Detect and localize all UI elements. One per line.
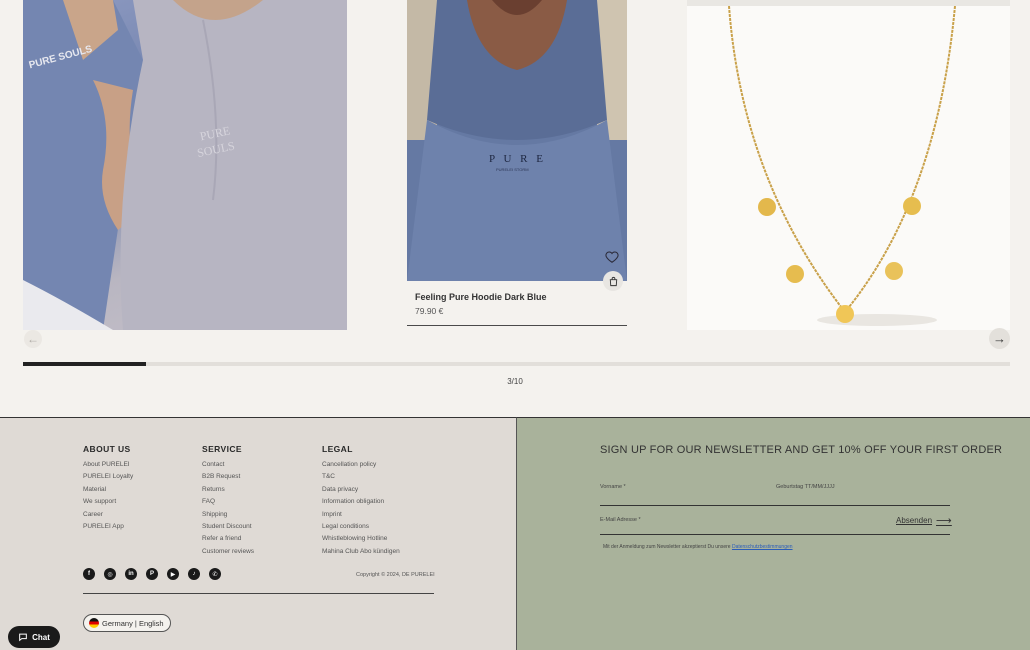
email-field-underline xyxy=(600,534,950,535)
footer-link-service[interactable]: Customer reviews xyxy=(202,546,254,558)
carousel-progress-bar xyxy=(23,362,1010,366)
linkedin-icon[interactable]: in xyxy=(125,568,137,580)
footer-link-service[interactable]: B2B Request xyxy=(202,471,254,483)
pinterest-icon[interactable]: P xyxy=(146,568,158,580)
footer-link-legal[interactable]: Imprint xyxy=(322,509,400,521)
footer-heading-about: ABOUT US xyxy=(83,444,131,454)
footer-col-about: ABOUT US About PURELEI PURELEI Loyalty Mat… xyxy=(83,444,133,533)
newsletter-section: SIGN UP FOR OUR NEWSLETTER AND GET 10% O… xyxy=(517,417,1030,650)
product-title[interactable]: Feeling Pure Hoodie Dark Blue xyxy=(415,292,547,302)
product-card-necklace-image[interactable] xyxy=(687,0,1010,330)
carousel-pager: 3/10 xyxy=(507,377,523,386)
submit-label: Absenden xyxy=(896,516,933,525)
footer-link-legal[interactable]: Legal conditions xyxy=(322,521,400,533)
product-card-tshirt-image[interactable]: PURE SOULS PURE SOULS xyxy=(23,0,347,330)
social-links: f ◎ in P ▶ ♪ ✆ xyxy=(83,568,221,580)
tshirt-photo: PURE SOULS PURE SOULS xyxy=(23,0,347,330)
product-carousel: PURE SOULS PURE SOULS P U R E PURELEI ST… xyxy=(0,0,1030,417)
footer-link-legal[interactable]: Data privacy xyxy=(322,484,400,496)
carousel-next-arrow-icon[interactable]: → xyxy=(989,328,1010,349)
footer-heading-legal: LEGAL xyxy=(322,444,353,454)
hoodie-print: P U R E xyxy=(489,153,546,165)
tiktok-icon[interactable]: ♪ xyxy=(188,568,200,580)
footer-link-service[interactable]: Returns xyxy=(202,484,254,496)
footer-col-legal: LEGAL Cancellation policy T&C Data privacy… xyxy=(322,444,400,558)
footer-link-about[interactable]: About PURELEI xyxy=(83,459,133,471)
footer-link-legal[interactable]: Information obligation xyxy=(322,496,400,508)
footer-link-about[interactable]: Material xyxy=(83,484,133,496)
footer-link-about[interactable]: We support xyxy=(83,496,133,508)
footer-link-legal[interactable]: Cancellation policy xyxy=(322,459,400,471)
footer-link-legal[interactable]: Mahina Club Abo kündigen xyxy=(322,546,400,558)
carousel-progress-fill xyxy=(23,362,147,366)
youtube-icon[interactable]: ▶ xyxy=(167,568,179,580)
footer-heading-service: SERVICE xyxy=(202,444,242,454)
chat-label: Chat xyxy=(32,632,50,642)
facebook-icon[interactable]: f xyxy=(83,568,95,580)
footer-divider xyxy=(83,593,434,594)
footer-link-service[interactable]: Shipping xyxy=(202,509,254,521)
name-field-underline xyxy=(600,505,950,506)
language-selector[interactable]: Germany | English xyxy=(83,614,171,632)
product-price: 79.90 € xyxy=(415,306,444,316)
carousel-prev-arrow-icon[interactable]: ← xyxy=(24,330,42,348)
footer-link-service[interactable]: Contact xyxy=(202,459,254,471)
footer-link-about[interactable]: PURELEI Loyalty xyxy=(83,471,133,483)
footer-link-legal[interactable]: Whistleblowing Hotline xyxy=(322,533,400,545)
instagram-icon[interactable]: ◎ xyxy=(104,568,116,580)
footer-link-about[interactable]: PURELEI App xyxy=(83,521,133,533)
footer-link-service[interactable]: Student Discount xyxy=(202,521,254,533)
newsletter-privacy-note: Mit der Anmeldung zum Newsletter akzepti… xyxy=(603,544,793,550)
chat-bubble-icon xyxy=(19,633,27,642)
product-card-hoodie[interactable]: P U R E PURELEI STORM Feeling Pure Hoodi… xyxy=(407,0,627,326)
hoodie-print-small: PURELEI STORM xyxy=(496,167,529,172)
first-name-field[interactable]: Vorname * xyxy=(600,484,626,490)
add-to-cart-bag-icon[interactable] xyxy=(603,271,623,291)
germany-flag-icon xyxy=(89,618,99,628)
chat-button[interactable]: Chat xyxy=(8,626,60,648)
birthday-field[interactable]: Geburtstag TT/MM/JJJJ xyxy=(776,484,835,490)
hoodie-photo[interactable]: P U R E PURELEI STORM xyxy=(407,0,627,281)
footer-link-about[interactable]: Career xyxy=(83,509,133,521)
footer-link-legal[interactable]: T&C xyxy=(322,471,400,483)
wishlist-heart-icon[interactable] xyxy=(605,250,619,264)
newsletter-submit-button[interactable]: Absenden ⟶ xyxy=(896,514,952,527)
copyright: Copyright © 2024, DE PURELEI xyxy=(356,572,435,578)
newsletter-title: SIGN UP FOR OUR NEWSLETTER AND GET 10% O… xyxy=(600,444,1003,456)
whatsapp-icon[interactable]: ✆ xyxy=(209,568,221,580)
footer-col-service: SERVICE Contact B2B Request Returns FAQ Ship… xyxy=(202,444,254,558)
footer-links: ABOUT US About PURELEI PURELEI Loyalty Mat… xyxy=(0,417,517,650)
footer-link-service[interactable]: FAQ xyxy=(202,496,254,508)
footer-link-service[interactable]: Refer a friend xyxy=(202,533,254,545)
language-label: Germany | English xyxy=(102,618,164,628)
email-field[interactable]: E-Mail Adresse * xyxy=(600,517,641,523)
privacy-policy-link[interactable]: Datenschutzbestimmungen xyxy=(732,544,793,550)
necklace-photo xyxy=(728,5,956,326)
arrow-right-icon: ⟶ xyxy=(936,515,952,527)
